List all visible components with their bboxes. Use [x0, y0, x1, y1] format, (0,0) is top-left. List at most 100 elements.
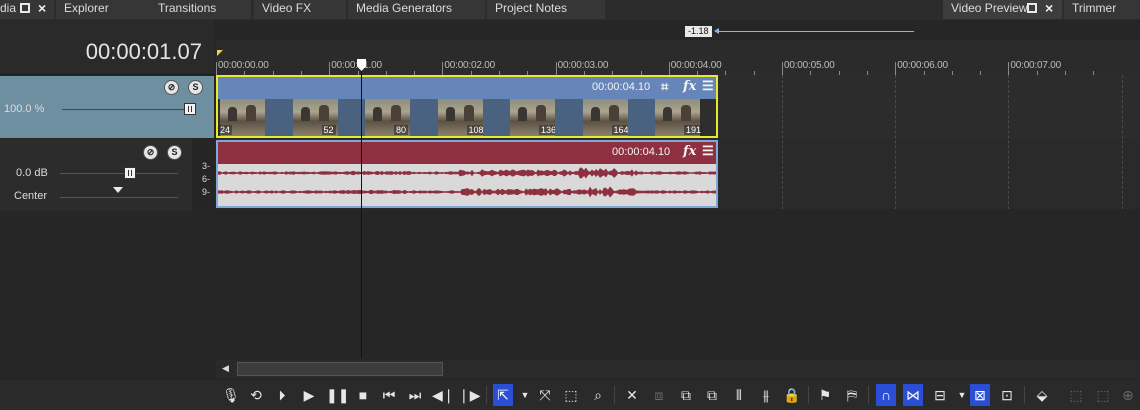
timeline-hscroll[interactable]: ◀: [216, 360, 1140, 378]
tab-transitions[interactable]: Transitions: [150, 0, 251, 19]
add-icon[interactable]: ⊕: [1118, 384, 1138, 406]
loop-icon[interactable]: ⟲: [246, 384, 266, 406]
prev-frame-icon[interactable]: ◀❘: [432, 384, 455, 406]
db-label: 6-: [202, 174, 211, 184]
tab-video-fx[interactable]: Video FX: [254, 0, 346, 19]
level-slider-thumb[interactable]: [184, 103, 196, 115]
timeline-empty-area[interactable]: [216, 209, 1140, 358]
tab-label: Video Preview: [951, 1, 1028, 15]
scroll-left-icon[interactable]: ◀: [222, 363, 229, 374]
volume-slider-thumb[interactable]: [124, 167, 136, 179]
toolbar-separator: [1024, 386, 1025, 404]
auto-crossfade-icon[interactable]: ⋈: [903, 384, 923, 406]
crop-icon[interactable]: ⌗: [661, 79, 668, 95]
pan-value[interactable]: Center: [14, 190, 47, 202]
chevron-down-icon[interactable]: ▼: [515, 384, 535, 406]
menu-icon[interactable]: ☰: [702, 78, 714, 94]
ungroup-icon[interactable]: ⬚: [1093, 384, 1113, 406]
maximize-icon[interactable]: [20, 3, 30, 13]
frame-number: 80: [394, 125, 409, 135]
play-icon[interactable]: ▶: [299, 384, 319, 406]
mute-icon[interactable]: ⊘: [164, 80, 179, 95]
ruler-tick: [216, 62, 217, 75]
normal-edit-tool-icon[interactable]: ⇱: [493, 384, 513, 406]
event-length: 00:00:04.10: [612, 146, 671, 158]
solo-icon[interactable]: S: [167, 145, 182, 160]
trim-start-icon[interactable]: ⧉: [676, 384, 696, 406]
selection-tool-icon[interactable]: ⬚: [561, 384, 581, 406]
fx-icon[interactable]: fx: [683, 144, 696, 159]
menu-icon[interactable]: ☰: [702, 143, 714, 159]
tab-explorer[interactable]: Explorer: [56, 0, 150, 19]
video-thumbnails: 24 52 80 108 136 164 191: [218, 99, 716, 136]
close-icon[interactable]: ×: [38, 1, 49, 15]
go-to-end-icon[interactable]: ⏭: [405, 384, 425, 406]
thumbnail-gap: [555, 99, 583, 136]
tab-trimmer[interactable]: Trimmer: [1064, 0, 1140, 19]
toolbar-separator: [808, 386, 809, 404]
next-frame-icon[interactable]: ❘▶: [458, 384, 481, 406]
delete-icon[interactable]: ✕: [622, 384, 642, 406]
fx-label: fx: [683, 79, 697, 94]
docking-tab-bar: dia × Explorer Transitions Video FX Medi…: [0, 0, 1140, 20]
volume-value[interactable]: 0.0 dB: [16, 167, 48, 179]
fx-icon[interactable]: fx: [683, 79, 696, 94]
snapping-icon[interactable]: ∩: [876, 384, 896, 406]
timecode-panel: 00:00:01.07: [0, 20, 214, 75]
multicamera-icon[interactable]: ⬙: [1032, 384, 1052, 406]
chevron-down-icon[interactable]: ▼: [952, 384, 972, 406]
maximize-icon[interactable]: [1027, 3, 1037, 13]
tab-label: Trimmer: [1072, 1, 1117, 15]
play-from-start-icon[interactable]: ⏵: [272, 384, 292, 406]
video-event-header[interactable]: 00:00:04.10 ⌗ fx ☰: [218, 77, 716, 99]
go-to-start-icon[interactable]: ⏮: [379, 384, 399, 406]
video-level-value[interactable]: 100.0 %: [4, 103, 44, 115]
solo-icon[interactable]: S: [188, 80, 203, 95]
tab-label: Video FX: [262, 1, 312, 15]
stop-icon[interactable]: ■: [353, 384, 373, 406]
ruler-label: 00:00:03.00: [557, 60, 609, 71]
ripple-edit-icon[interactable]: ⊟: [930, 384, 950, 406]
ruler-label: 00:00:07.00: [1010, 60, 1062, 71]
pause-icon[interactable]: ❚❚: [326, 384, 349, 406]
video-event[interactable]: 00:00:04.10 ⌗ fx ☰ 24 52 80 108 136 164 191: [216, 75, 718, 138]
trim-icon[interactable]: ⧈: [649, 384, 669, 406]
tab-media-generators[interactable]: Media Generators: [348, 0, 485, 19]
region-icon[interactable]: ⛿: [842, 384, 862, 406]
audio-event-header[interactable]: 00:00:04.10 fx ☰: [218, 142, 716, 164]
zoom-tool-icon[interactable]: ⌕: [588, 384, 608, 406]
grid-line: [895, 75, 897, 209]
lock-envelopes-icon[interactable]: ⊠: [970, 384, 990, 406]
volume-slider-track[interactable]: [60, 173, 178, 174]
playhead-cursor[interactable]: [361, 62, 362, 358]
tab-media-partial[interactable]: dia ×: [0, 0, 54, 19]
ignore-grouping-icon[interactable]: ⊡: [997, 384, 1017, 406]
ruler-tick: [1008, 62, 1010, 75]
split-icon[interactable]: ⫴: [729, 384, 749, 406]
current-timecode[interactable]: 00:00:01.07: [86, 39, 202, 65]
frame-number: 24: [218, 125, 233, 135]
group-icon[interactable]: ⬚: [1066, 384, 1086, 406]
audio-event[interactable]: 00:00:04.10 fx ☰: [216, 140, 718, 208]
tab-label: Media Generators: [356, 1, 453, 15]
ruler-tick: [442, 62, 444, 75]
record-mic-icon[interactable]: 🎙: [221, 384, 241, 406]
split-trim-icon[interactable]: ⫵: [756, 384, 776, 406]
tab-project-notes[interactable]: Project Notes: [487, 0, 605, 19]
toolbar-separator: [868, 386, 869, 404]
level-slider-track[interactable]: [62, 109, 190, 110]
audio-track-header[interactable]: ⊘ S 0.0 dB Center: [0, 139, 192, 211]
pan-slider-thumb[interactable]: [113, 187, 123, 193]
tab-video-preview[interactable]: Video Preview ×: [943, 0, 1062, 19]
mute-icon[interactable]: ⊘: [143, 145, 158, 160]
loop-marker-icon[interactable]: [217, 50, 223, 56]
close-icon[interactable]: ×: [1045, 1, 1056, 15]
marker-icon[interactable]: ⚑: [815, 384, 835, 406]
thumbnail-gap: [482, 99, 510, 136]
video-track-header[interactable]: ⊘ S 100.0 %: [0, 76, 214, 138]
trim-end-icon[interactable]: ⧉: [702, 384, 722, 406]
scroll-thumb[interactable]: [237, 362, 443, 376]
lock-icon[interactable]: 🔒: [782, 384, 802, 406]
pan-slider-track[interactable]: [60, 197, 178, 198]
envelope-tool-icon[interactable]: ⤧: [535, 384, 555, 406]
